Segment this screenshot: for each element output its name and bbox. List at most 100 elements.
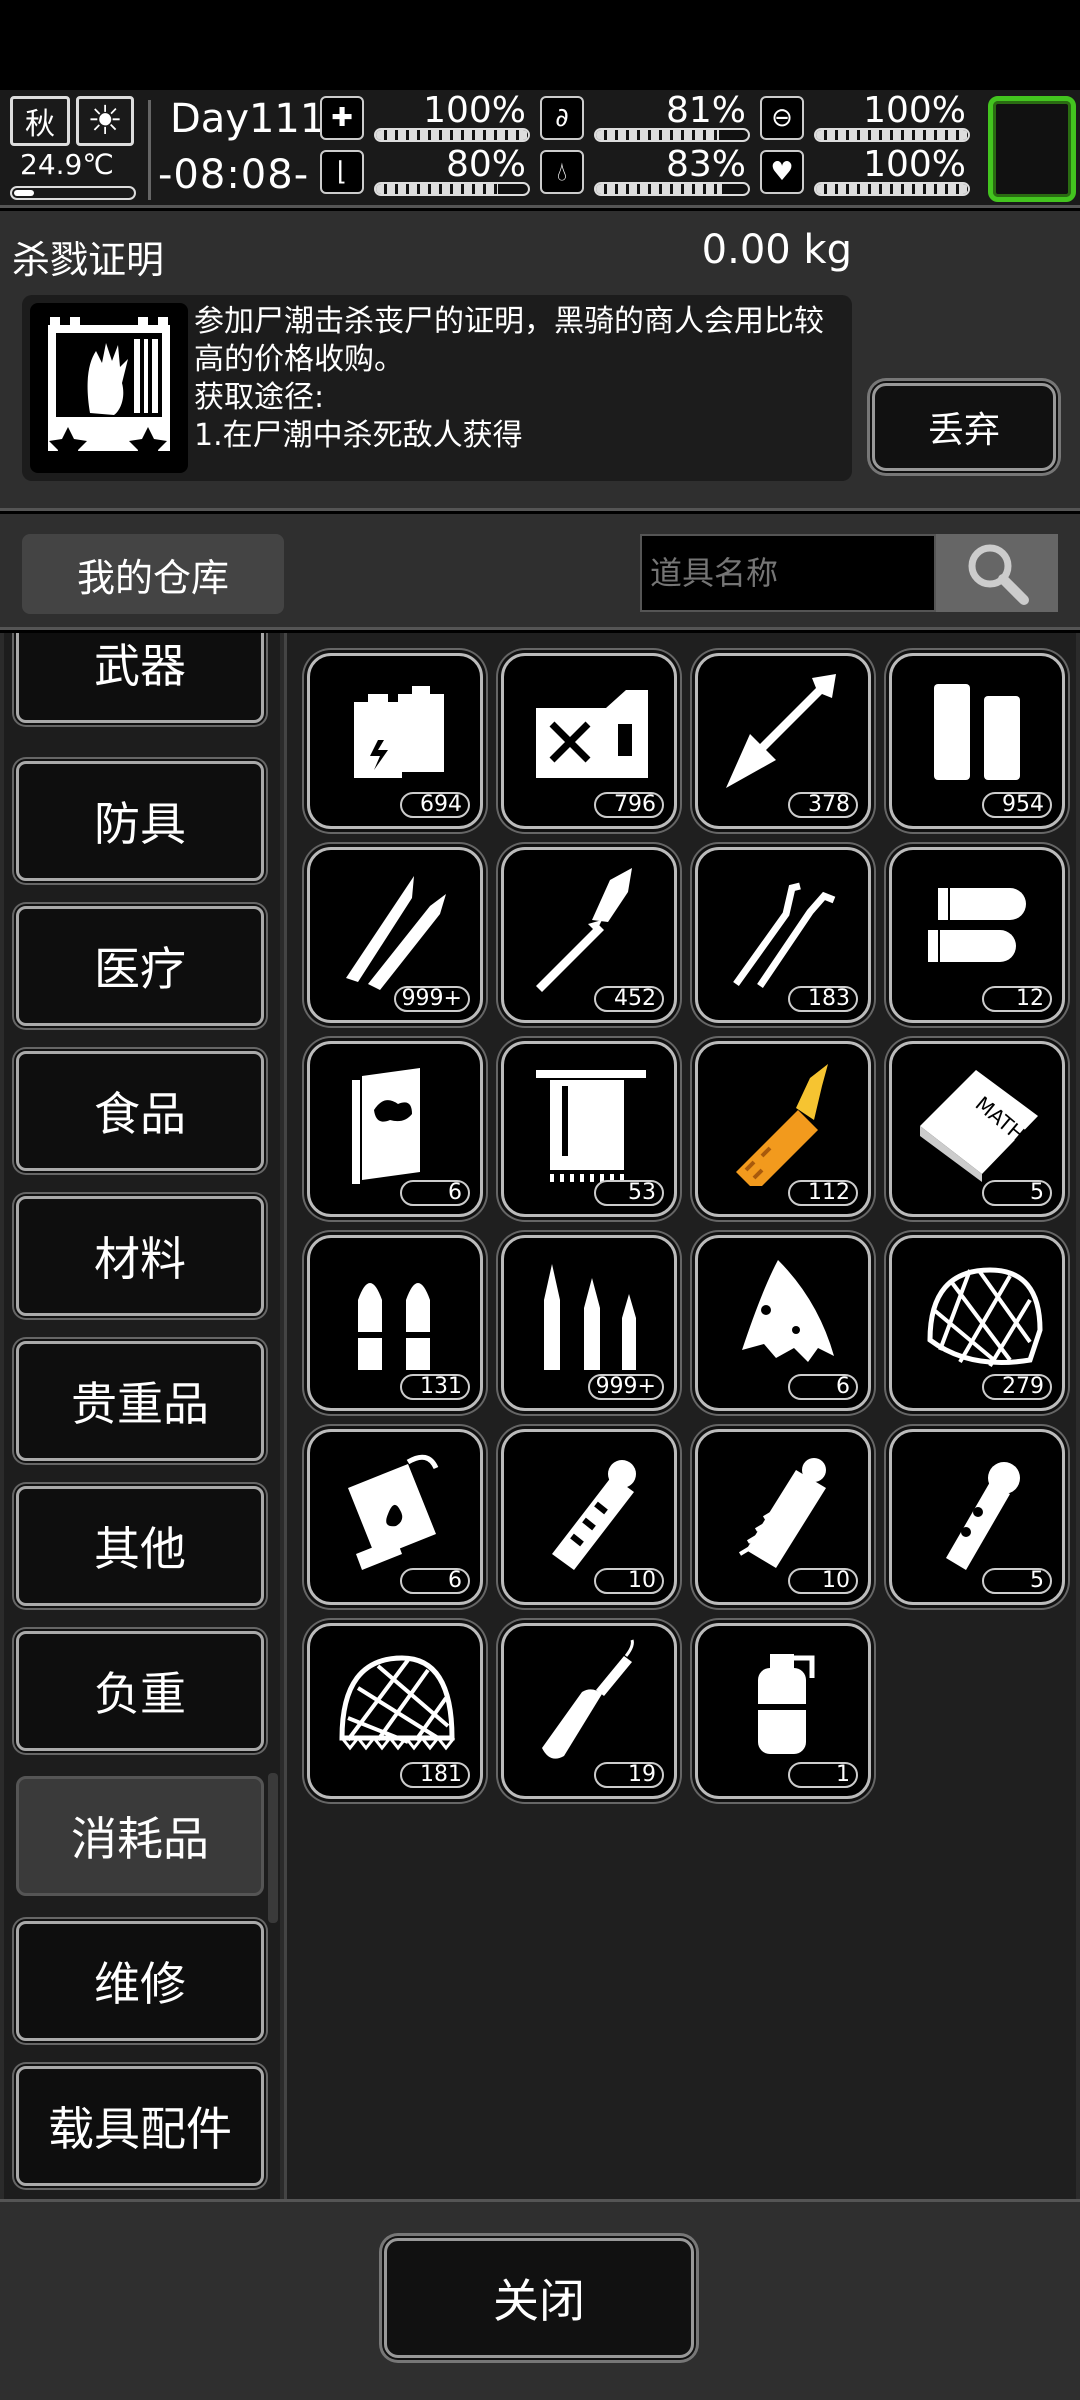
category-medical[interactable]: 医疗 (16, 906, 264, 1026)
arrow-icon (726, 674, 836, 788)
mixed-bullets-icon (544, 1264, 636, 1370)
item-slot[interactable]: 279 (889, 1235, 1065, 1411)
syringe-icon (736, 1064, 828, 1186)
item-count: 19 (594, 1762, 664, 1788)
stat-bar (374, 182, 530, 196)
discard-button[interactable]: 丢弃 (872, 383, 1056, 471)
item-slot[interactable]: MATH 5 (889, 1041, 1065, 1217)
heart-icon: ♥ (760, 150, 804, 194)
item-slot[interactable]: 53 (501, 1041, 677, 1217)
item-count: 6 (400, 1568, 470, 1594)
item-count: 999+ (587, 1374, 664, 1400)
item-slot[interactable]: 452 (501, 847, 677, 1023)
my-storage-tab[interactable]: 我的仓库 (22, 534, 284, 614)
item-slot[interactable]: 1 (695, 1623, 871, 1799)
item-slot[interactable]: 183 (695, 847, 871, 1023)
item-count: 1 (788, 1762, 858, 1788)
boot-icon: ⌊ (320, 150, 364, 194)
item-slot[interactable]: 954 (889, 653, 1065, 829)
molotov-icon (542, 1639, 634, 1759)
category-materials[interactable]: 材料 (16, 1196, 264, 1316)
survival-hud: 秋 ☀ 24.9℃ Day111 -08:08- ✚ 100% ∂ 81% ⊖ … (0, 90, 1080, 208)
game-clock: -08:08- (158, 152, 310, 198)
item-slot[interactable]: 796 (501, 653, 677, 829)
sun-icon: ☀ (76, 96, 134, 146)
item-count: 954 (982, 792, 1052, 818)
item-count: 131 (400, 1374, 470, 1400)
category-food[interactable]: 食品 (16, 1051, 264, 1171)
category-sidebar[interactable]: 武器 防具 医疗 食品 材料 贵重品 其他 负重 消耗品 维修 载具配件 (4, 633, 280, 2199)
stat-bar (814, 182, 970, 196)
item-count: 694 (400, 792, 470, 818)
frag-grenade-icon (946, 1462, 1020, 1570)
item-slot[interactable]: 6 (695, 1235, 871, 1411)
math-book-icon: MATH (920, 1070, 1038, 1182)
stat-value: 100% (423, 90, 526, 131)
bottom-bar: 关闭 (0, 2199, 1080, 2400)
item-slot[interactable]: 999+ (307, 847, 483, 1023)
search-input[interactable] (640, 534, 936, 612)
item-slot[interactable]: 181 (307, 1623, 483, 1799)
water-drop-icon: 💧︎ (540, 150, 584, 194)
net-icon (339, 1655, 456, 1751)
category-other[interactable]: 其他 (16, 1486, 264, 1606)
stat-health: ✚ 100% (320, 90, 530, 144)
stat-hunger: ∂ 81% (540, 90, 750, 144)
lockpick-icon (733, 882, 836, 988)
jerry-can-icon (536, 690, 648, 778)
day-counter: Day111 (170, 96, 326, 142)
smoke-grenade-icon (758, 1654, 815, 1754)
item-count: 999+ (393, 986, 470, 1012)
item-slot[interactable]: 5 (889, 1429, 1065, 1605)
storage-main: 武器 防具 医疗 食品 材料 贵重品 其他 负重 消耗品 维修 载具配件 694… (0, 633, 1080, 2199)
bullets-pair-icon (358, 1283, 430, 1370)
equipment-slot[interactable] (988, 96, 1076, 202)
pistol-ammo-icon (928, 888, 1026, 962)
hud-divider (148, 100, 151, 200)
category-repair[interactable]: 维修 (16, 1921, 264, 2041)
item-count: 10 (594, 1568, 664, 1594)
towel-icon (536, 1070, 646, 1182)
stat-bar (594, 128, 750, 142)
item-count: 10 (788, 1568, 858, 1594)
season-label: 秋 (25, 107, 55, 142)
item-slot[interactable]: 999+ (501, 1235, 677, 1411)
category-valuables[interactable]: 贵重品 (16, 1341, 264, 1461)
stat-bar (594, 182, 750, 196)
stat-value: 81% (665, 90, 746, 131)
category-armor[interactable]: 防具 (16, 761, 264, 881)
search-button[interactable] (936, 534, 1058, 612)
torn-cloth-icon (742, 1260, 834, 1362)
category-vehicle-parts[interactable]: 载具配件 (16, 2066, 264, 2186)
item-slot[interactable]: 12 (889, 847, 1065, 1023)
category-consumables[interactable]: 消耗品 (16, 1776, 264, 1896)
item-slot[interactable]: 6 (307, 1041, 483, 1217)
stomach-icon: ∂ (540, 96, 584, 140)
item-count: 5 (982, 1568, 1052, 1594)
incendiary-grenade-icon (348, 1454, 439, 1570)
item-slot[interactable]: 694 (307, 653, 483, 829)
close-button[interactable]: 关闭 (384, 2238, 694, 2358)
storage-header: 我的仓库 (0, 514, 1080, 630)
item-slot[interactable]: 378 (695, 653, 871, 829)
item-detail-panel: 杀戮证明 0.00 kg 参加尸潮击杀丧尸的证明，黑骑的商人会用比较 高的价格收… (0, 211, 1080, 511)
item-slot[interactable]: 131 (307, 1235, 483, 1411)
search-icon (968, 544, 1029, 605)
stat-stamina: ⌊ 80% (320, 144, 530, 198)
medkit-icon: ✚ (320, 96, 364, 140)
category-carry[interactable]: 负重 (16, 1631, 264, 1751)
item-slot[interactable]: 112 (695, 1041, 871, 1217)
sidebar-scrollbar[interactable] (268, 1773, 278, 1923)
stat-value: 80% (445, 144, 526, 185)
item-slot[interactable]: 10 (501, 1429, 677, 1605)
net-bag-icon (927, 1267, 1043, 1368)
season-indicator: 秋 (10, 96, 70, 146)
battery-icon (354, 686, 444, 778)
system-status-bar (0, 0, 1080, 90)
item-count: 112 (788, 1180, 858, 1206)
item-slot[interactable]: 10 (695, 1429, 871, 1605)
item-slot[interactable]: 19 (501, 1623, 677, 1799)
category-weapons[interactable]: 武器 (16, 633, 264, 723)
item-slot[interactable]: 6 (307, 1429, 483, 1605)
stat-value: 100% (863, 144, 966, 185)
